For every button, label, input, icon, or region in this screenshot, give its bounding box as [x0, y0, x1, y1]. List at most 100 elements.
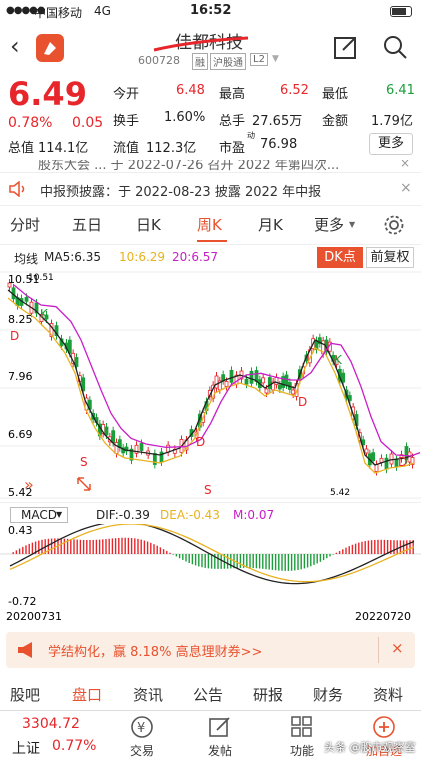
tab-market[interactable]: 盘口 — [72, 684, 102, 705]
ma-line — [7, 297, 415, 474]
dropdown-icon[interactable]: ▼ — [272, 54, 279, 64]
candle-body — [264, 388, 269, 394]
caret-down-icon: ▼ — [56, 510, 63, 519]
function-button[interactable]: 功能 — [282, 715, 322, 759]
tab-research[interactable]: 研报 — [253, 684, 283, 705]
marker-s: S — [80, 455, 88, 469]
macd-y-bottom: -0.72 — [8, 595, 36, 608]
high-label: 最高 — [219, 87, 246, 102]
close-icon[interactable]: × — [391, 639, 404, 657]
kline-chart[interactable]: 10.51 8.25 7.96 6.69 5.42 10.51 5.42 K D… — [0, 270, 421, 502]
y-label-3: 7.96 — [8, 370, 33, 383]
date-end: 20220720 — [355, 610, 411, 623]
ad-divider — [378, 637, 379, 663]
candle-body — [374, 464, 379, 472]
title-bar: ‹ 佳都科技 600728 融 沪股通 L2 ▼ — [0, 24, 421, 72]
candle-body — [224, 381, 229, 387]
open-label: 今开 — [113, 87, 140, 102]
change-percent: 0.78% — [8, 115, 53, 131]
candle-body — [111, 430, 116, 444]
tab-daily-k[interactable]: 日K — [136, 214, 161, 235]
megaphone-icon — [18, 642, 32, 658]
marker-k: K — [40, 307, 49, 321]
search-icon[interactable] — [382, 34, 408, 60]
tab-profile[interactable]: 资料 — [373, 684, 403, 705]
tab-news[interactable]: 资讯 — [133, 684, 163, 705]
notice-row[interactable]: 中报预披露：于 2022-08-23 披露 2022 年中报 × — [0, 173, 421, 205]
trade-button[interactable]: ¥ 交易 — [122, 715, 162, 759]
trade-label: 交易 — [129, 744, 154, 758]
post-button[interactable]: 发帖 — [200, 715, 240, 759]
yen-icon: ¥ — [131, 716, 153, 738]
max-note: 10.51 — [28, 273, 54, 283]
ad-text: 学结构化，赢 8.18% 高息理财券>> — [48, 645, 263, 660]
candle-body — [384, 457, 389, 470]
amount-label: 金额 — [322, 114, 349, 129]
notice-text: 中报预披露：于 2022-08-23 披露 2022 年中报 — [40, 185, 322, 200]
marker-k: K — [334, 353, 343, 367]
candle-body — [389, 453, 394, 465]
candle-body — [139, 443, 144, 451]
scribble-mark — [153, 36, 249, 52]
candle-body — [291, 389, 296, 395]
m-value: M:0.07 — [233, 508, 275, 522]
close-icon[interactable]: × — [400, 180, 412, 196]
pe-label: 市盈 — [219, 141, 246, 156]
carrier: 中国移动 — [34, 6, 83, 20]
candle-body — [214, 375, 219, 389]
adjust-button[interactable]: 前复权 — [366, 247, 414, 268]
dk-point-button[interactable]: DK点 — [317, 247, 363, 268]
candle-body — [249, 370, 254, 384]
marker-d: D — [398, 455, 407, 469]
ad-banner[interactable]: 学结构化，赢 8.18% 高息理财券>> × — [6, 632, 415, 668]
tab-monthly-k[interactable]: 月K — [258, 214, 283, 235]
mktcap-label: 总值 — [8, 141, 35, 156]
tab-finance[interactable]: 财务 — [313, 684, 343, 705]
stock-code: 600728 — [138, 54, 180, 67]
low-value: 6.41 — [386, 83, 415, 98]
min-note: 5.42 — [330, 488, 350, 498]
turnover-label: 换手 — [113, 114, 140, 129]
svg-text:»: » — [24, 475, 34, 494]
candle-body — [24, 296, 29, 302]
macd-chart[interactable]: 0.43 -0.72 20200731 20220720 — [0, 524, 421, 624]
ma10-value: 10:6.29 — [119, 250, 166, 264]
tab-more[interactable]: 更多 — [314, 214, 344, 235]
tab-five-day[interactable]: 五日 — [72, 214, 102, 235]
candle-body — [277, 384, 282, 390]
info-tabs: 股吧 盘口 资讯 公告 研报 财务 资料 — [0, 680, 421, 710]
gear-icon[interactable] — [383, 214, 405, 236]
marker-s: S — [204, 483, 212, 497]
post-label: 发帖 — [207, 744, 232, 758]
y-label-2: 8.25 — [8, 313, 33, 326]
marker-d: D — [298, 395, 307, 409]
tab-forum[interactable]: 股吧 — [10, 684, 40, 705]
volume-value: 27.65万 — [252, 114, 303, 129]
svg-text:¥: ¥ — [137, 721, 145, 736]
macd-y-top: 0.43 — [8, 524, 33, 537]
app-logo-icon — [36, 34, 64, 62]
back-icon[interactable]: ‹ — [10, 32, 20, 60]
grid-icon — [291, 716, 312, 737]
candle-body — [364, 448, 369, 454]
speaker-icon — [9, 181, 25, 197]
expand-icon[interactable] — [77, 477, 91, 491]
candle-body — [274, 377, 279, 385]
network: 4G — [94, 4, 111, 18]
tab-weekly-k[interactable]: 周K — [197, 214, 222, 235]
candle-body — [104, 426, 109, 436]
badge-margin: 融 — [192, 53, 208, 70]
ma-line — [13, 284, 421, 457]
tab-announcements[interactable]: 公告 — [193, 684, 223, 705]
quote-panel: 6.49 0.78% 0.05 总值 114.1亿 今开 6.48 最高 6.5… — [0, 72, 421, 160]
close-icon[interactable]: × — [400, 160, 410, 170]
turnover-value: 1.60% — [164, 110, 206, 125]
scroll-left-icon[interactable]: » — [24, 475, 34, 494]
tab-intraday[interactable]: 分时 — [10, 214, 40, 235]
candle-body — [229, 369, 234, 383]
float-value: 112.3亿 — [146, 141, 197, 156]
edit-icon — [209, 717, 230, 737]
more-button[interactable]: 更多 — [369, 133, 413, 155]
share-icon[interactable] — [333, 34, 359, 60]
candle-body — [341, 372, 346, 383]
